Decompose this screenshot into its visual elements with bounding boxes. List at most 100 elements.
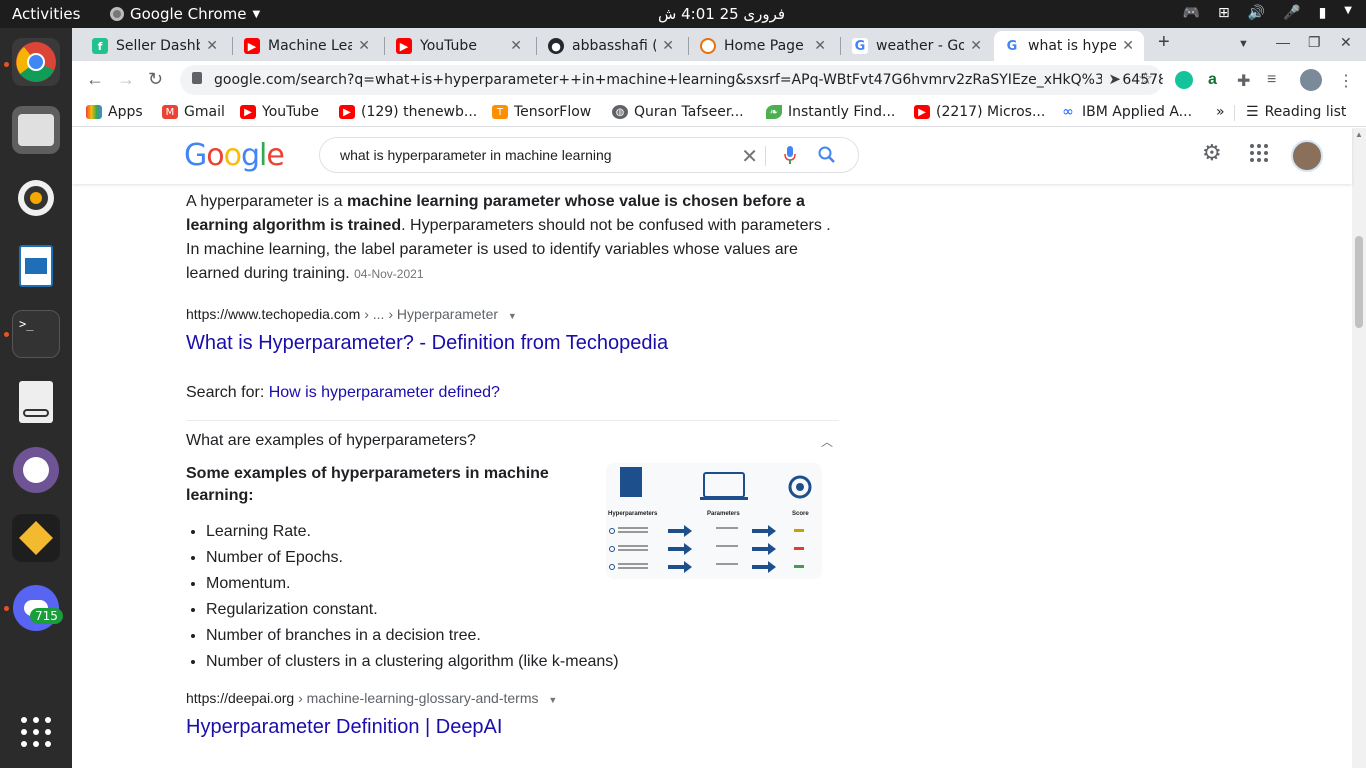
bookmark-youtube[interactable]: ▶ YouTube (240, 104, 319, 120)
scrollbar-thumb[interactable] (1355, 236, 1363, 328)
libreoffice-impress-dock-icon[interactable] (12, 242, 60, 290)
list-item: Number of branches in a decision tree. (206, 623, 839, 649)
new-tab-button[interactable]: + (1158, 31, 1170, 54)
github-dock-icon[interactable] (12, 446, 60, 494)
tab-youtube[interactable]: ▶ YouTube ✕ (386, 31, 532, 61)
page-scrollbar[interactable]: ▲ (1352, 128, 1366, 768)
tab-search-chevron-icon[interactable]: ▼ (1238, 38, 1249, 50)
lock-icon[interactable] (192, 72, 202, 84)
extensions-puzzle-icon[interactable]: ✚ (1237, 71, 1250, 91)
activities-button[interactable]: Activities (12, 5, 80, 23)
search-box[interactable]: what is hyperparameter in machine learni… (319, 137, 859, 173)
show-applications-icon[interactable] (12, 708, 60, 756)
account-avatar[interactable] (1291, 140, 1323, 172)
close-icon[interactable]: ✕ (510, 38, 522, 54)
tab-title: Machine Lear (268, 38, 353, 54)
tab-home-page[interactable]: Home Page - ✕ (690, 31, 836, 61)
result-citation[interactable]: https://deepai.org › machine-learning-gl… (186, 690, 557, 706)
tab-weather[interactable]: G weather - Go ✕ (842, 31, 992, 61)
diagram-label: Score (792, 511, 809, 517)
search-for: Search for: How is hyperparameter define… (186, 384, 500, 402)
chevron-down-icon: ▼ (252, 8, 261, 20)
network-icon[interactable]: ⊞ (1218, 5, 1230, 21)
google-apps-icon[interactable] (1250, 144, 1268, 162)
grammarly-extension-icon[interactable] (1175, 71, 1193, 89)
result-menu-icon[interactable]: ▼ (508, 311, 517, 321)
minimize-button[interactable]: — (1276, 34, 1290, 50)
close-icon[interactable]: ✕ (1122, 38, 1134, 54)
bookmarks-overflow-button[interactable]: » (1216, 104, 1225, 120)
back-arrow-icon[interactable]: ← (86, 69, 104, 90)
binance-dock-icon[interactable] (12, 514, 60, 562)
chrome-menu-icon[interactable]: ⋮ (1338, 71, 1354, 91)
reading-list-button[interactable]: ☰ Reading list (1246, 104, 1346, 120)
result-menu-icon[interactable]: ▼ (548, 695, 557, 705)
chrome-dock-icon[interactable] (12, 38, 60, 86)
diagram-label: Parameters (707, 511, 740, 517)
result-citation[interactable]: https://www.techopedia.com › ... › Hyper… (186, 306, 517, 322)
volume-icon[interactable]: 🔊 (1248, 5, 1265, 21)
address-bar[interactable]: google.com/search?q=what+is+hyperparamet… (180, 65, 1163, 95)
battery-icon[interactable]: ▮ (1319, 5, 1327, 21)
app-menu-label: Google Chrome (130, 5, 247, 23)
bookmark-ibm-applied[interactable]: ∞ IBM Applied A... (1060, 104, 1192, 120)
bookmark-gmail[interactable]: M Gmail (162, 104, 225, 120)
reading-list-icon: ☰ (1246, 104, 1259, 120)
bookmark-instantly-find[interactable]: ❧ Instantly Find... (766, 104, 895, 120)
settings-gear-icon[interactable]: ⚙ (1202, 140, 1222, 166)
tab-separator (536, 37, 537, 55)
forward-arrow-icon[interactable]: → (117, 69, 135, 90)
youtube-favicon-icon: ▶ (244, 38, 260, 54)
bookmark-microsoft[interactable]: ▶ (2217) Micros... (914, 104, 1045, 120)
terminal-dock-icon[interactable]: >_ (12, 310, 60, 358)
extension-a-icon[interactable]: a (1208, 71, 1217, 89)
close-window-button[interactable]: ✕ (1340, 34, 1352, 51)
app-menu[interactable]: Google Chrome ▼ (110, 5, 260, 23)
bookmark-label: (129) thenewb... (361, 104, 478, 120)
bookmark-apps[interactable]: Apps (86, 104, 143, 120)
chevron-down-icon[interactable]: ▼ (1344, 5, 1352, 21)
tab-machine-learning[interactable]: ▶ Machine Lear ✕ (234, 31, 380, 61)
search-input[interactable]: what is hyperparameter in machine learni… (340, 147, 612, 163)
microphone-icon[interactable] (784, 146, 796, 164)
profile-avatar[interactable] (1300, 69, 1322, 91)
gmail-icon: M (162, 105, 178, 119)
close-icon[interactable]: ✕ (814, 38, 826, 54)
result-title-link[interactable]: What is Hyperparameter? - Definition fro… (186, 330, 668, 356)
close-icon[interactable]: ✕ (206, 38, 218, 54)
reload-icon[interactable]: ↻ (148, 69, 163, 90)
bookmark-star-icon[interactable]: ☆ (1138, 69, 1153, 89)
diagram-label: Hyperparameters (608, 511, 658, 517)
clear-search-icon[interactable]: ✕ (741, 144, 758, 169)
files-dock-icon[interactable] (12, 106, 60, 154)
close-icon[interactable]: ✕ (662, 38, 674, 54)
system-tray[interactable]: 🎮 ⊞ 🔊 🎤 ▮ ▼ (1183, 5, 1352, 21)
paa-question[interactable]: What are examples of hyperparameters? ︿ (186, 421, 839, 461)
globe-icon: ◍ (612, 105, 628, 119)
discord-tray-icon[interactable]: 🎮 (1183, 5, 1200, 21)
bookmarks-bar: Apps M Gmail ▶ YouTube ▶ (129) thenewb... T… (72, 99, 1366, 127)
tab-what-is-hyperparameter[interactable]: G what is hyper ✕ (994, 31, 1144, 61)
scroll-up-icon[interactable]: ▲ (1355, 130, 1363, 139)
list-item: Number of clusters in a clustering algor… (206, 649, 839, 675)
media-control-icon[interactable]: ≡ (1267, 71, 1276, 89)
search-icon[interactable] (818, 146, 836, 164)
send-tab-icon[interactable]: ➤ (1102, 70, 1121, 88)
clock[interactable]: فروری 25 4:01 ش (658, 5, 785, 23)
close-icon[interactable]: ✕ (970, 38, 982, 54)
hyperparameters-diagram-image[interactable]: Hyperparameters Parameters Score (606, 463, 822, 579)
bookmark-tensorflow[interactable]: T TensorFlow (492, 104, 591, 120)
microphone-icon[interactable]: 🎤 (1283, 5, 1300, 21)
chevron-up-icon[interactable]: ︿ (821, 433, 833, 450)
tab-seller-dashboard[interactable]: f Seller Dashbo ✕ (82, 31, 228, 61)
google-logo[interactable]: Google (184, 138, 285, 173)
bookmark-quran-tafseer[interactable]: ◍ Quran Tafseer... (612, 104, 744, 120)
rhythmbox-dock-icon[interactable] (12, 174, 60, 222)
tab-github[interactable]: ● abbasshafi (A ✕ (538, 31, 684, 61)
close-icon[interactable]: ✕ (358, 38, 370, 54)
bookmark-thenewb[interactable]: ▶ (129) thenewb... (339, 104, 477, 120)
maximize-button[interactable]: ❐ (1308, 34, 1321, 51)
document-viewer-dock-icon[interactable] (12, 378, 60, 426)
search-for-link[interactable]: How is hyperparameter defined? (269, 384, 500, 401)
result-title-link[interactable]: Hyperparameter Definition | DeepAI (186, 714, 502, 740)
